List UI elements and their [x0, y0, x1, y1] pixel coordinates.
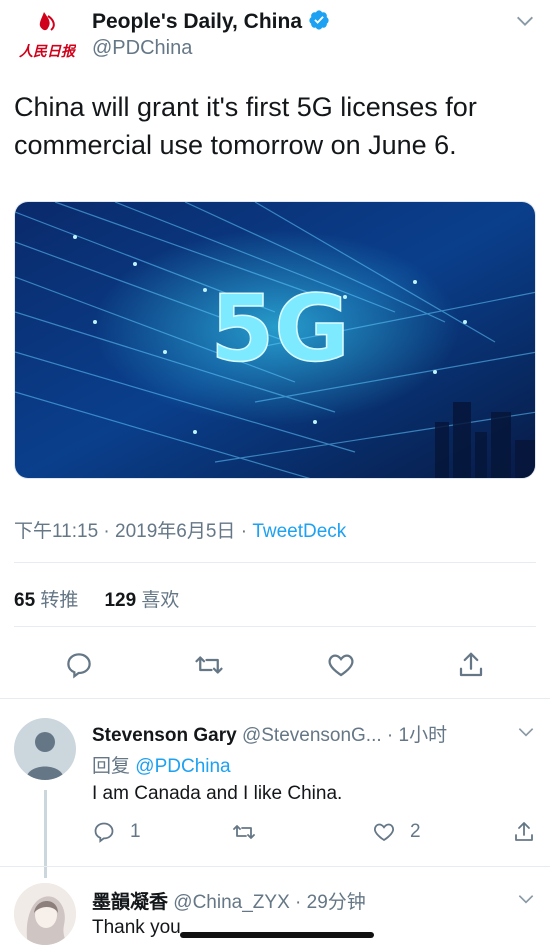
retweet-count: 65 — [14, 590, 36, 611]
reply-like-button[interactable]: 2 — [372, 820, 421, 844]
like-label: 喜欢 — [141, 590, 180, 611]
reply-author-handle[interactable]: @China_ZYX — [173, 892, 289, 913]
author-handle[interactable]: @PDChina — [92, 37, 192, 60]
reply-icon — [94, 822, 114, 843]
media-5g-text: 5G — [210, 275, 350, 382]
tweet-text: China will grant it's first 5G licenses … — [14, 92, 477, 160]
tweet-source-link[interactable]: TweetDeck — [252, 521, 346, 542]
chevron-down-icon[interactable] — [516, 889, 536, 909]
tweet-timestamp: 下午11:15 · 2019年6月5日 · TweetDeck — [14, 521, 347, 542]
logo-text: 人民日报 — [19, 43, 76, 60]
reply-text: I am Canada and I like China. — [92, 783, 343, 804]
avatar[interactable] — [14, 718, 76, 780]
reply-reply-button[interactable]: 1 — [92, 820, 141, 844]
author-name[interactable]: People's Daily, China — [92, 9, 330, 34]
divider — [14, 626, 536, 627]
tweet-media-image[interactable]: 5G — [14, 201, 536, 479]
avatar[interactable] — [14, 883, 76, 945]
divider — [14, 562, 536, 563]
divider — [0, 698, 550, 699]
replying-mention[interactable]: @PDChina — [135, 756, 230, 777]
share-button[interactable] — [456, 650, 486, 680]
replying-label: 回复 — [92, 756, 131, 777]
reply-reply-count: 1 — [130, 821, 141, 842]
retweet-stat[interactable]: 65 转推 — [14, 590, 78, 611]
chevron-down-icon[interactable] — [516, 722, 536, 742]
like-stat[interactable]: 129 喜欢 — [104, 590, 179, 611]
tweet-date: 2019年6月5日 — [115, 521, 236, 542]
share-icon — [515, 822, 533, 841]
reply-like-count: 2 — [410, 821, 421, 842]
reply-time: 29分钟 — [306, 892, 366, 913]
reply-text: Thank you — [92, 917, 181, 938]
author-name-text: People's Daily, China — [92, 10, 302, 33]
reply-author-name[interactable]: 墨韻凝香 — [92, 892, 168, 913]
reply-header: 墨韻凝香 @China_ZYX · 29分钟 — [92, 892, 366, 913]
like-button[interactable] — [326, 650, 356, 680]
reply-icon — [67, 653, 91, 679]
retweet-button[interactable] — [194, 650, 224, 680]
peoples-daily-logo[interactable]: 人民日报 — [18, 8, 77, 68]
reply-author-handle[interactable]: @StevensonG... — [242, 725, 382, 746]
retweet-label: 转推 — [40, 590, 79, 611]
share-icon — [459, 652, 483, 677]
tweet-header: 人民日报 People's Daily, China @PDChina — [0, 0, 550, 80]
reply-header: Stevenson Gary @StevensonG... · 1小时 — [92, 725, 448, 746]
retweet-icon — [195, 656, 223, 674]
reply-time: 1小时 — [398, 725, 448, 746]
divider — [0, 866, 550, 867]
replying-to: 回复 @PDChina — [92, 751, 231, 778]
tweet-stats: 65 转推 129 喜欢 — [14, 585, 179, 612]
home-indicator — [180, 932, 374, 938]
thread-line — [44, 790, 47, 878]
reply-author-name[interactable]: Stevenson Gary — [92, 725, 237, 746]
reply-retweet-button[interactable] — [232, 820, 270, 844]
verified-badge-icon — [309, 10, 329, 30]
heart-icon — [374, 823, 394, 842]
chevron-down-icon[interactable] — [514, 10, 536, 32]
retweet-icon — [233, 825, 255, 839]
like-count: 129 — [104, 590, 137, 611]
reply-button[interactable] — [64, 650, 94, 680]
reply-share-button[interactable] — [512, 820, 550, 844]
heart-icon — [328, 654, 354, 677]
tweet-time: 下午11:15 — [14, 521, 99, 542]
